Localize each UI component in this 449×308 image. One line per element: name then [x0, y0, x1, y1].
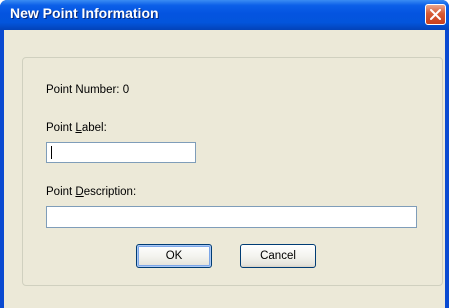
close-button[interactable] [425, 4, 446, 25]
ok-button[interactable]: OK [136, 244, 212, 268]
point-description-input[interactable] [46, 206, 417, 228]
point-label-input[interactable] [46, 142, 196, 163]
dialog-body: Point Number: 0 Point Label: Point Descr… [4, 30, 445, 308]
text-caret [51, 146, 52, 159]
point-label-label: Point Label: [46, 122, 107, 134]
dialog-title: New Point Information [10, 5, 159, 21]
title-bar[interactable]: New Point Information [0, 0, 449, 30]
point-description-label: Point Description: [46, 186, 137, 198]
point-number-label: Point Number: 0 [46, 84, 130, 96]
cancel-button[interactable]: Cancel [240, 244, 316, 268]
dialog-window: New Point Information Point Number: 0 Po… [0, 0, 449, 308]
close-icon [430, 9, 441, 20]
